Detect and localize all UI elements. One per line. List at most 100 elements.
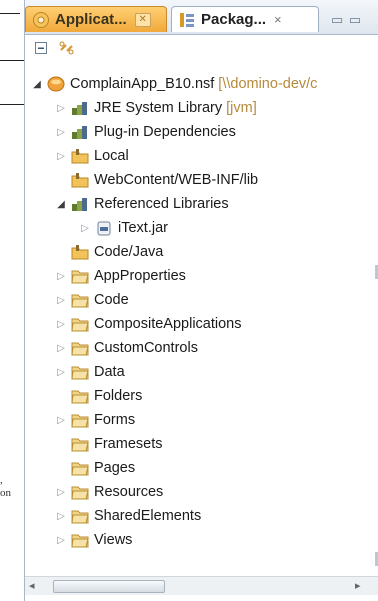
collapse-all-icon[interactable] <box>31 38 51 58</box>
nsf-db-icon <box>47 76 65 92</box>
tree-item-label: iText.jar <box>118 220 168 236</box>
library-icon <box>71 100 89 116</box>
tree-item-label: CompositeApplications <box>94 316 242 332</box>
tree-item-itext-jar[interactable]: ▷ iText.jar <box>79 216 168 240</box>
tree-item-label: Resources <box>94 484 164 500</box>
tree-item-label: Code <box>94 292 129 308</box>
tree-item-forms[interactable]: ▷ Forms <box>55 408 135 432</box>
folder-icon <box>71 268 89 284</box>
collapsed-arrow-icon[interactable]: ▷ <box>55 487 67 498</box>
collapsed-arrow-icon[interactable]: ▷ <box>55 127 67 138</box>
folder-icon <box>71 364 89 380</box>
collapsed-arrow-icon[interactable]: ▷ <box>55 367 67 378</box>
tree-item-label: JRE System Library <box>94 100 223 116</box>
folder-icon <box>71 412 89 428</box>
tree-item-label: Views <box>94 532 133 548</box>
tree-item-framesets[interactable]: Framesets <box>55 432 163 456</box>
tree-item-label: Code/Java <box>94 244 164 260</box>
folder-icon <box>71 292 89 308</box>
package-explorer-panel: Applicat... ✕ Packag... × ▭ ▭ ◢ Complain… <box>24 0 378 601</box>
scroll-left-icon[interactable]: ◂ <box>29 579 35 592</box>
tree-item-label: CustomControls <box>94 340 198 356</box>
tree-item-referenced-libraries[interactable]: ◢ Referenced Libraries <box>55 192 229 216</box>
library-icon <box>71 196 89 212</box>
jar-icon <box>95 220 113 236</box>
tree-item-location: [\\domino-dev/c <box>218 76 318 92</box>
tree-item-plugin-dependencies[interactable]: ▷ Plug-in Dependencies <box>55 120 236 144</box>
scroll-right-icon[interactable]: ▸ <box>355 579 361 592</box>
folder-icon <box>71 436 89 452</box>
left-caption-line: , <box>0 474 3 486</box>
tab-applications-label: Applicat... <box>55 11 127 28</box>
tab-bar: Applicat... ✕ Packag... × ▭ ▭ <box>25 0 378 35</box>
tree-item-compositeapplications[interactable]: ▷ CompositeApplications <box>55 312 242 336</box>
tree-item-sharedelements[interactable]: ▷ SharedElements <box>55 504 201 528</box>
tree-item-label: Referenced Libraries <box>94 196 229 212</box>
callout-line-2 <box>0 60 24 61</box>
expand-arrow-icon[interactable]: ◢ <box>31 79 43 90</box>
tree-item-jre-library[interactable]: ▷ JRE System Library [jvm] <box>55 96 257 120</box>
tab-package-explorer[interactable]: Packag... × <box>171 6 319 32</box>
collapsed-arrow-icon[interactable]: ▷ <box>55 295 67 306</box>
callout-line-1 <box>0 13 20 14</box>
tree-item-label: Plug-in Dependencies <box>94 124 236 140</box>
collapsed-arrow-icon[interactable]: ▷ <box>55 319 67 330</box>
tree-item-label: Forms <box>94 412 136 428</box>
source-folder-icon <box>71 244 89 260</box>
folder-icon <box>71 388 89 404</box>
collapsed-arrow-icon[interactable]: ▷ <box>79 223 91 234</box>
tree-item-appproperties[interactable]: ▷ AppProperties <box>55 264 186 288</box>
minimize-maximize-icon[interactable]: ▭ ▭ <box>331 12 362 28</box>
folder-icon <box>71 460 89 476</box>
tree-item-label: AppProperties <box>94 268 186 284</box>
tab-package-explorer-label: Packag... <box>201 11 267 28</box>
tree-item-label: Local <box>94 148 129 164</box>
close-icon[interactable]: ✕ <box>134 12 151 27</box>
tree-item-data[interactable]: ▷ Data <box>55 360 125 384</box>
tree-item-local[interactable]: ▷ Local <box>55 144 129 168</box>
tree-item-webcontent-lib[interactable]: WebContent/WEB-INF/lib <box>55 168 258 192</box>
close-icon[interactable]: × <box>274 12 282 27</box>
tree-item-label: Framesets <box>94 436 163 452</box>
horizontal-scrollbar[interactable]: ◂ ▸ <box>25 576 378 595</box>
tree-item-database[interactable]: ◢ ComplainApp_B10.nsf [\\domino-dev/c <box>31 72 317 96</box>
folder-icon <box>71 316 89 332</box>
library-icon <box>71 124 89 140</box>
folder-icon <box>71 340 89 356</box>
collapsed-arrow-icon[interactable]: ▷ <box>55 151 67 162</box>
tree-item-code[interactable]: ▷ Code <box>55 288 129 312</box>
tree-item-code-java[interactable]: Code/Java <box>55 240 163 264</box>
collapsed-arrow-icon[interactable]: ▷ <box>55 271 67 282</box>
tree-item-pages[interactable]: Pages <box>55 456 135 480</box>
tree-item-folders[interactable]: Folders <box>55 384 142 408</box>
tree-item-decoration: [jvm] <box>226 100 257 116</box>
left-caption: , on <box>0 474 24 500</box>
tree-item-label: ComplainApp_B10.nsf <box>70 76 215 92</box>
source-folder-icon <box>71 148 89 164</box>
tree-item-label: SharedElements <box>94 508 202 524</box>
scrollbar-thumb[interactable] <box>53 580 165 593</box>
source-folder-icon <box>71 172 89 188</box>
tree-item-label: Data <box>94 364 125 380</box>
collapsed-arrow-icon[interactable]: ▷ <box>55 415 67 426</box>
folder-icon <box>71 508 89 524</box>
applications-icon <box>32 11 50 29</box>
collapsed-arrow-icon[interactable]: ▷ <box>55 511 67 522</box>
tree-item-customcontrols[interactable]: ▷ CustomControls <box>55 336 198 360</box>
link-with-editor-icon[interactable] <box>57 38 77 58</box>
tree-item-views[interactable]: ▷ Views <box>55 528 132 552</box>
folder-icon <box>71 532 89 548</box>
left-caption-line: on <box>0 487 11 499</box>
tab-applications[interactable]: Applicat... ✕ <box>25 6 167 32</box>
collapsed-arrow-icon[interactable]: ▷ <box>55 535 67 546</box>
collapsed-arrow-icon[interactable]: ▷ <box>55 343 67 354</box>
collapsed-arrow-icon[interactable]: ▷ <box>55 103 67 114</box>
tree-item-label: Folders <box>94 388 143 404</box>
package-explorer-icon <box>178 11 196 29</box>
tree-item-label: WebContent/WEB-INF/lib <box>94 172 259 188</box>
view-toolbar <box>25 35 378 61</box>
expand-arrow-icon[interactable]: ◢ <box>55 199 67 210</box>
folder-icon <box>71 484 89 500</box>
tree-item-label: Pages <box>94 460 136 476</box>
tree-item-resources[interactable]: ▷ Resources <box>55 480 163 504</box>
